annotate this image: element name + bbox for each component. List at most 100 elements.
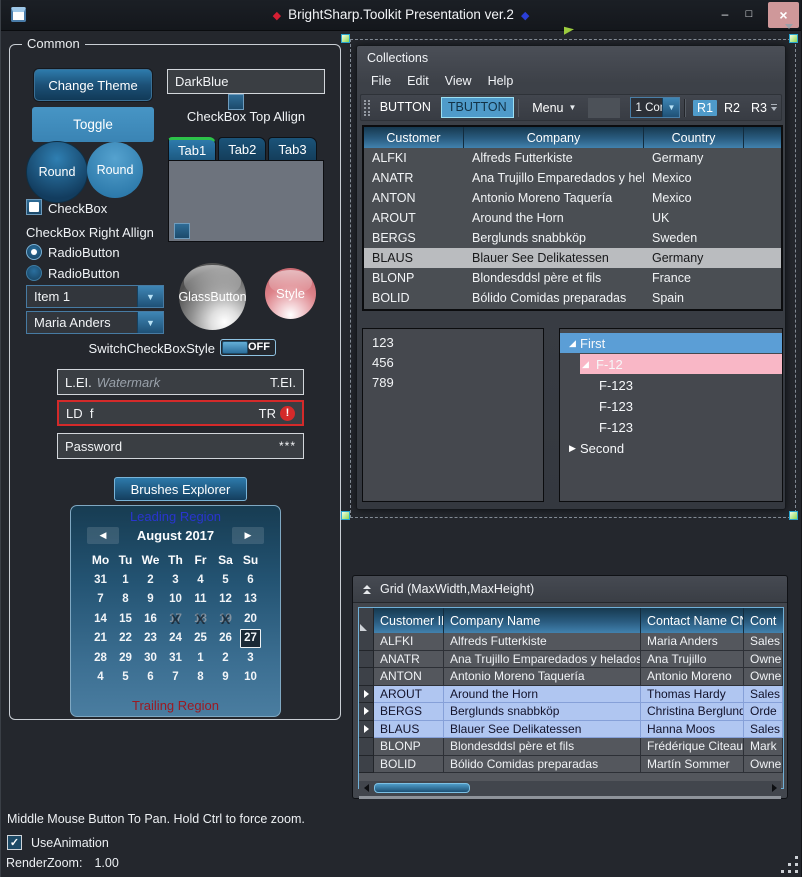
list-item[interactable]: 789 [363,373,543,393]
calendar-day[interactable]: 30 [138,648,163,668]
row-header[interactable] [359,721,374,739]
column-header-country[interactable]: Country [644,127,744,148]
scrollbar-thumb[interactable] [374,783,470,793]
toolbar-overflow-icon[interactable] [771,104,777,111]
menu-item-file[interactable]: File [363,74,399,88]
menu-item-help[interactable]: Help [480,74,522,88]
table-row[interactable]: BERGSBerglunds snabbköpSweden [364,228,781,248]
radio-button-2[interactable] [26,265,42,281]
calendar-day[interactable]: 13 [238,590,263,610]
row-header[interactable] [359,633,374,651]
expander-expanded-icon[interactable]: ◢ [569,333,576,354]
calendar-day[interactable]: 26 [213,629,238,649]
list-item[interactable]: 456 [363,353,543,373]
maximize-button[interactable]: □ [739,2,759,26]
table-row[interactable]: ANTONAntonio Moreno TaqueríaAntonio More… [359,668,783,686]
table-row[interactable]: BLAUSBlauer See DelikatessenHanna MoosSa… [359,721,783,739]
table-row[interactable]: BOLIDBólido Comidas preparadasMartín Som… [359,756,783,774]
calendar-day[interactable]: 16 [138,609,163,629]
table-row[interactable]: BLONPBlondesddsl père et filsFrance [364,268,781,288]
toolbar-toggle-button[interactable]: TBUTTON [441,97,514,118]
collections-window-title[interactable]: Collections [357,46,785,70]
watermark-textbox[interactable]: L.EI. Watermark T.EI. [57,369,304,395]
row-header[interactable] [359,738,374,756]
calendar-day[interactable]: 12 [213,590,238,610]
collapse-pin-icon[interactable] [363,585,371,594]
table-row[interactable]: BLONPBlondesddsl père et filsFrédérique … [359,738,783,756]
table-row[interactable]: ALFKIAlfreds FutterkisteGermany [364,148,781,168]
calendar-day[interactable]: 9 [213,668,238,688]
calendar-day[interactable]: 5 [213,570,238,590]
table-row[interactable]: ANTONAntonio Moreno TaqueríaMexico [364,188,781,208]
calendar-day[interactable]: 24 [163,629,188,649]
toolbar-radio-r2[interactable]: R2 [720,100,744,116]
calendar-day[interactable]: 14 [88,609,113,629]
chevron-down-icon[interactable]: ▼ [137,312,163,333]
table-row[interactable]: BLAUSBlauer See DelikatessenGermany [364,248,781,268]
select-all-corner[interactable] [359,608,374,633]
chevron-down-icon[interactable]: ▼ [137,286,163,307]
style-button[interactable]: Style [265,268,316,319]
scroll-left-icon[interactable] [364,784,369,792]
selection-handle[interactable] [789,511,798,520]
expander-expanded-icon[interactable]: ◢ [582,354,589,375]
close-button[interactable]: × [768,2,799,28]
column-header-contact-name-cn[interactable]: Contact Name CN [641,608,744,633]
calendar-day[interactable]: 4 [88,668,113,688]
selection-handle[interactable] [341,34,350,43]
collections-window[interactable]: Collections FileEditViewHelp BUTTON TBUT… [356,45,786,510]
scroll-right-icon[interactable] [772,784,777,792]
calendar-day[interactable]: 2 [138,570,163,590]
table-row[interactable]: ANATRAna Trujillo Emparedados y heladosA… [359,651,783,669]
password-field[interactable]: Password *** [57,433,304,459]
change-theme-button[interactable]: Change Theme [34,69,152,101]
calendar-day[interactable]: 29 [113,648,138,668]
tree-item-first[interactable]: ◢First [560,333,782,354]
calendar-day[interactable]: 21 [88,629,113,649]
combobox-customer[interactable]: Maria Anders ▼ [26,311,164,334]
column-header-company[interactable]: Company [464,127,644,148]
calendar-day[interactable]: 3 [238,648,263,668]
calendar-day[interactable]: 31 [88,570,113,590]
radio-button-1[interactable] [26,244,42,260]
checkbox-main[interactable] [26,199,42,215]
menu-item-edit[interactable]: Edit [399,74,437,88]
toolbar-button[interactable]: BUTTON [373,97,438,118]
column-header-cont[interactable]: Cont [744,608,783,633]
selection-handle[interactable] [789,34,798,43]
chevron-down-icon[interactable]: ▼ [662,98,679,117]
calendar-day[interactable]: 25 [188,629,213,649]
tab-tab2[interactable]: Tab2 [218,137,266,160]
calendar-day[interactable]: 7 [88,590,113,610]
table-row[interactable]: AROUTAround the HornUK [364,208,781,228]
toolbar-radio-r1[interactable]: R1 [693,100,717,116]
column-header-customer-id[interactable]: Customer ID [374,608,444,633]
theme-textbox[interactable]: DarkBlue [167,69,325,94]
switch-checkbox[interactable]: OFF [220,339,276,356]
calendar-day[interactable]: 10 [238,668,263,688]
calendar-day[interactable]: 15 [113,609,138,629]
calendar-next-button[interactable]: ▶ [232,527,264,544]
calendar-day[interactable]: 28 [88,648,113,668]
tree-item-f-123[interactable]: F-123 [560,396,782,417]
switch-thumb[interactable] [222,341,248,354]
tree-item-f-123[interactable]: F-123 [560,417,782,438]
calendar-day[interactable]: 10 [163,590,188,610]
calendar-day[interactable]: 2 [213,648,238,668]
calendar-day[interactable]: 1 [113,570,138,590]
calendar-day[interactable]: 7 [163,668,188,688]
calendar-day[interactable]: 27 [240,629,261,649]
resize-grip-icon[interactable] [780,855,798,873]
minimize-button[interactable]: – [715,2,735,26]
table-row[interactable]: BERGSBerglunds snabbköpChristina Berglun… [359,703,783,721]
calendar-day[interactable]: 20 [238,609,263,629]
row-header[interactable] [359,703,374,721]
toolbar-combobox[interactable]: 1 Com ▼ [630,97,680,118]
combobox-item[interactable]: Item 1 ▼ [26,285,164,308]
calendar-day[interactable]: 19 [213,609,238,629]
brushes-explorer-button[interactable]: Brushes Explorer [114,477,247,501]
use-animation-checkbox[interactable]: ✓ [7,835,22,850]
calendar-day[interactable]: 17 [163,609,188,629]
grid-panel-header[interactable]: Grid (MaxWidth,MaxHeight) [353,576,787,603]
expander-collapsed-icon[interactable]: ▶ [569,438,576,459]
